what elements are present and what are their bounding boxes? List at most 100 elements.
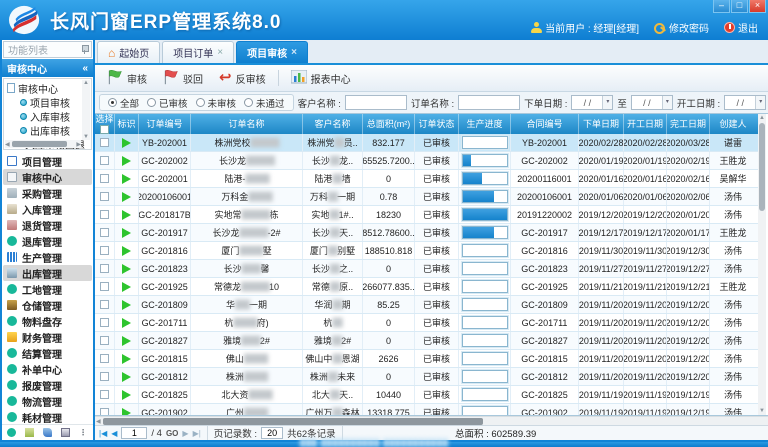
page-number-input[interactable] (121, 427, 147, 439)
tree-hscroll-thumb[interactable] (12, 141, 67, 147)
next-page-button[interactable]: ▶ (182, 429, 188, 438)
table-row[interactable]: GC-201925常德龙██████10常德██原..266077.835..已… (95, 278, 758, 296)
sidebar-item-3[interactable]: 入库管理 (3, 201, 92, 217)
collapse-icon[interactable]: « (82, 63, 88, 74)
page-size-input[interactable] (261, 427, 283, 439)
tab-1[interactable]: 项目订单× (162, 41, 234, 63)
column-header-0[interactable]: 选择 (95, 114, 115, 134)
toolbar-button-反审核[interactable]: ↩反审核 (213, 69, 272, 88)
radio-未通过[interactable]: 未通过 (244, 96, 285, 110)
close-button[interactable]: × (749, 0, 766, 13)
toolbar-button-审核[interactable]: 审核 (101, 67, 153, 90)
table-row[interactable]: GC-201815佛山█████佛山中██恩湖2626已审核GC-2018152… (95, 350, 758, 368)
table-row[interactable]: GC-201812株洲█████株洲██未来0已审核GC-2018122019/… (95, 368, 758, 386)
row-checkbox[interactable] (100, 300, 109, 309)
column-header-7[interactable]: 生产进度 (459, 114, 511, 134)
last-page-button[interactable]: ▶| (193, 429, 201, 438)
column-header-9[interactable]: 下单日期 (579, 114, 624, 134)
sidebar-item-6[interactable]: 生产管理 (3, 249, 92, 265)
module-dot-icon[interactable] (7, 428, 16, 437)
order-date-end-picker[interactable]: / /▾ (631, 95, 673, 110)
sidebar-item-11[interactable]: 财务管理 (3, 329, 92, 345)
column-header-12[interactable]: 创建人 (710, 114, 756, 134)
function-list-header[interactable]: 功能列表 (3, 41, 92, 58)
column-header-8[interactable]: 合同编号 (511, 114, 579, 134)
row-checkbox[interactable] (100, 228, 109, 237)
tab-close-icon[interactable]: × (291, 47, 297, 58)
sidebar-item-4[interactable]: 退货管理 (3, 217, 92, 233)
go-button[interactable]: GO (166, 429, 178, 438)
row-checkbox[interactable] (100, 210, 109, 219)
module-overflow-icon[interactable]: ⋮ (79, 428, 88, 437)
column-header-5[interactable]: 总面积(m²) (363, 114, 415, 134)
pin-icon[interactable] (82, 45, 87, 54)
module-pen-icon[interactable] (43, 428, 52, 437)
sidebar-item-9[interactable]: 仓储管理 (3, 297, 92, 313)
vscroll-thumb[interactable] (759, 123, 765, 211)
row-checkbox[interactable] (100, 408, 109, 415)
table-row[interactable]: YB-202001株洲党校██████株洲党██员..832.177已审核YB-… (95, 134, 758, 152)
row-checkbox[interactable] (100, 372, 109, 381)
sidebar-item-0[interactable]: 项目管理 (3, 153, 92, 169)
tree-vertical-scrollbar[interactable]: ▲▼ (82, 80, 90, 140)
tab-close-icon[interactable]: × (217, 47, 223, 58)
first-page-button[interactable]: |◀ (99, 429, 107, 438)
tree-root-audit-center[interactable]: 审核中心 (7, 81, 81, 95)
row-checkbox[interactable] (100, 390, 109, 399)
sidebar-item-5[interactable]: 退库管理 (3, 233, 92, 249)
sidebar-item-13[interactable]: 补单中心 (3, 361, 92, 377)
sidebar-section-header[interactable]: 审核中心 « (2, 59, 93, 77)
table-row[interactable]: GC-201711杭█████府)杭██0已审核GC-2017112019/11… (95, 314, 758, 332)
module-cart-icon[interactable] (25, 428, 34, 437)
column-header-2[interactable]: 订单编号 (139, 114, 191, 134)
tab-2[interactable]: 项目审核× (236, 41, 308, 63)
table-row[interactable]: GC-201817B实地常██████栋实地██1#..18230已审核2019… (95, 206, 758, 224)
sidebar-item-16[interactable]: 耗材管理 (3, 409, 92, 424)
sidebar-item-10[interactable]: 物料盘存 (3, 313, 92, 329)
hscroll-thumb[interactable] (103, 418, 483, 425)
module-book-icon[interactable] (61, 428, 70, 437)
table-row[interactable]: GC-201827雅境████2#雅境██2#0已审核GC-2018272019… (95, 332, 758, 350)
order-date-picker[interactable]: / /▾ (571, 95, 613, 110)
tree-item-1[interactable]: 入库审核 (7, 109, 81, 123)
table-row[interactable]: GC-202001陆港-█████陆港██墙0已审核20200116001202… (95, 170, 758, 188)
sidebar-item-7[interactable]: 出库管理 (3, 265, 92, 281)
maximize-button[interactable]: □ (731, 0, 748, 13)
column-header-10[interactable]: 开工日期 (624, 114, 667, 134)
column-header-4[interactable]: 客户名称 (303, 114, 363, 134)
row-checkbox[interactable] (100, 354, 109, 363)
row-checkbox[interactable] (100, 264, 109, 273)
table-row[interactable]: GC-202002长沙龙██████长沙██龙..65525.7200..已审核… (95, 152, 758, 170)
table-horizontal-scrollbar[interactable]: ◀▶ (95, 416, 768, 425)
order-name-input[interactable] (458, 95, 520, 110)
column-header-6[interactable]: 订单状态 (415, 114, 459, 134)
tree-item-2[interactable]: 出库审核 (7, 123, 81, 137)
start-date-dropdown-icon[interactable]: ▾ (755, 96, 765, 109)
row-checkbox[interactable] (100, 138, 109, 147)
table-vertical-scrollbar[interactable]: ▲▼ (758, 114, 766, 415)
row-checkbox[interactable] (100, 336, 109, 345)
tree-item-0[interactable]: 项目审核 (7, 95, 81, 109)
toolbar-button-报表中心[interactable]: 报表中心 (285, 68, 357, 89)
table-row[interactable]: GC-201917长沙龙██████-2#长沙██天..8512.78600..… (95, 224, 758, 242)
sidebar-item-8[interactable]: 工地管理 (3, 281, 92, 297)
change-password-button[interactable]: 修改密码 (654, 20, 709, 35)
radio-全部[interactable]: 全部 (108, 96, 139, 110)
column-header-1[interactable]: 标识 (115, 114, 139, 134)
start-date-picker[interactable]: / /▾ (724, 95, 766, 110)
row-checkbox[interactable] (100, 192, 109, 201)
row-checkbox[interactable] (100, 318, 109, 327)
table-row[interactable]: GC-201809华███一期华润██期85.25已审核GC-201809201… (95, 296, 758, 314)
row-checkbox[interactable] (100, 174, 109, 183)
logout-button[interactable]: 退出 (724, 20, 758, 35)
sidebar-item-15[interactable]: 物流管理 (3, 393, 92, 409)
minimize-button[interactable]: – (713, 0, 730, 13)
row-checkbox[interactable] (100, 282, 109, 291)
toolbar-button-驳回[interactable]: 驳回 (157, 67, 209, 90)
sidebar-item-12[interactable]: 结算管理 (3, 345, 92, 361)
row-checkbox[interactable] (100, 156, 109, 165)
sidebar-item-14[interactable]: 报废管理 (3, 377, 92, 393)
table-row[interactable]: 20200106001万科金█████万科██一期0.78已审核20200106… (95, 188, 758, 206)
sidebar-item-2[interactable]: 采购管理 (3, 185, 92, 201)
order-date-dropdown-icon[interactable]: ▾ (602, 96, 612, 109)
